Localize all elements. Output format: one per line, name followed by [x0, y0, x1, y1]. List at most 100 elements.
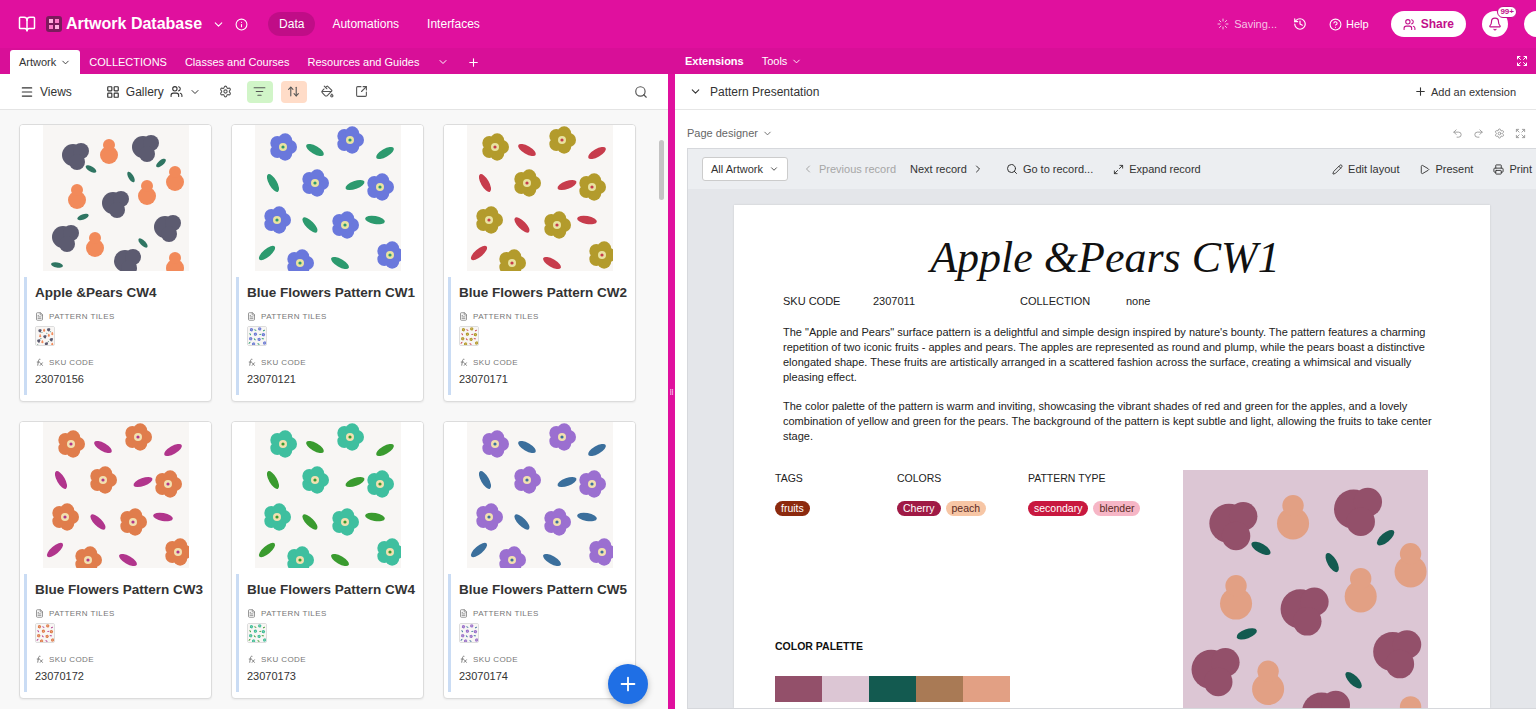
field-label: PATTERN TILES [459, 609, 627, 618]
record-card[interactable]: Blue Flowers Pattern CW3PATTERN TILESSKU… [19, 421, 212, 699]
grip-icon [668, 387, 675, 397]
record-card[interactable]: Blue Flowers Pattern CW4PATTERN TILESSKU… [231, 421, 424, 699]
fullscreen-button[interactable] [1516, 55, 1528, 67]
expand-record-button[interactable]: Expand record [1113, 163, 1201, 175]
add-record-button[interactable] [608, 664, 648, 704]
present-button[interactable]: Present [1419, 163, 1473, 175]
formula-icon [247, 358, 256, 367]
redo-icon[interactable] [1473, 128, 1484, 139]
side-tab[interactable]: Extensions [677, 55, 752, 67]
add-table-button[interactable] [458, 50, 488, 74]
sort-button[interactable] [281, 81, 307, 103]
table-tabs: ArtworkCOLLECTIONSClasses and CoursesRes… [0, 48, 675, 74]
pattern-image [467, 422, 613, 568]
chevron-left-icon [802, 163, 814, 175]
gallery-panel: Views Gallery Apple &Pears CW4PATTERN TILE… [0, 74, 668, 709]
table-tab[interactable]: Resources and Guides [298, 50, 428, 74]
field-label: SKU CODE [247, 655, 415, 664]
attachment-thumbnail[interactable] [35, 623, 55, 643]
edit-layout-button[interactable]: Edit layout [1332, 163, 1399, 175]
attachment-icon [459, 609, 468, 618]
pattern-thumbnail [36, 327, 54, 345]
group-label: COLORS [897, 470, 1028, 484]
book-icon[interactable] [18, 15, 36, 33]
users-icon [1403, 18, 1416, 31]
grid-icon [106, 85, 120, 99]
record-card[interactable]: Blue Flowers Pattern CW5PATTERN TILESSKU… [443, 421, 636, 699]
help-button[interactable]: Help [1323, 17, 1375, 32]
views-button[interactable]: Views [16, 81, 76, 103]
more-tabs-button[interactable] [428, 50, 458, 74]
info-icon[interactable] [235, 18, 248, 31]
mode-select[interactable]: Page designer [687, 127, 773, 139]
palette-label: COLOR PALETTE [775, 640, 1183, 652]
table-tab[interactable]: Artwork [10, 50, 80, 74]
extension-name[interactable]: Pattern Presentation [710, 85, 819, 99]
gear-icon[interactable] [1494, 128, 1505, 139]
pill: Cherry [897, 501, 941, 516]
table-tab[interactable]: COLLECTIONS [80, 50, 176, 74]
chevron-down-icon[interactable] [212, 18, 225, 31]
chevron-down-icon[interactable] [689, 85, 702, 98]
card-body: Blue Flowers Pattern CW4PATTERN TILESSKU… [236, 574, 423, 692]
formula-icon [247, 655, 256, 664]
search-button[interactable] [628, 81, 654, 103]
color-button[interactable] [315, 81, 341, 103]
share-button[interactable]: Share [1391, 11, 1466, 37]
attachment-thumbnail[interactable] [35, 326, 55, 346]
expand-icon[interactable] [1515, 128, 1526, 139]
pattern-image [43, 125, 189, 271]
field-value: 23070171 [459, 373, 627, 391]
attachment-thumbnail[interactable] [247, 326, 267, 346]
panel-divider[interactable] [668, 74, 675, 709]
attachment-icon [35, 609, 44, 618]
pill-row: secondaryblender [1028, 501, 1183, 516]
attachment-thumbnail[interactable] [247, 623, 267, 643]
pill-group: TAGSfruits [775, 470, 897, 516]
view-switcher[interactable]: Gallery [102, 81, 205, 103]
attachment-thumbnail[interactable] [459, 623, 479, 643]
add-extension-button[interactable]: Add an extension [1408, 84, 1522, 99]
record-card[interactable]: Blue Flowers Pattern CW1PATTERN TILESSKU… [231, 124, 424, 402]
record-card[interactable]: Apple &Pears CW4PATTERN TILESSKU CODE230… [19, 124, 212, 402]
history-icon[interactable] [1293, 17, 1307, 31]
view-select[interactable]: All Artwork [702, 157, 788, 181]
print-button[interactable]: Print [1493, 163, 1532, 175]
scrollbar-thumb[interactable] [659, 140, 664, 200]
user-avatar[interactable] [1524, 11, 1536, 37]
field-label: PATTERN TILES [35, 609, 203, 618]
page-details: TAGSfruitsCOLORSCherrypeachPATTERN TYPEs… [775, 470, 1435, 708]
chevron-down-icon [437, 56, 449, 68]
pattern-thumbnail [36, 624, 54, 642]
play-icon [1419, 164, 1430, 175]
page-fields: SKU CODE2307011COLLECTIONnone [775, 295, 1435, 307]
share-view-button[interactable] [349, 81, 375, 103]
undo-icon[interactable] [1452, 128, 1463, 139]
go-to-record-button[interactable]: Go to record... [1006, 163, 1093, 175]
extensions-panel: Pattern Presentation Add an extension Page… [675, 74, 1536, 709]
next-record-button[interactable]: Next record [910, 163, 984, 175]
filter-button[interactable] [247, 81, 273, 103]
table-tab[interactable]: Classes and Courses [176, 50, 299, 74]
card-title: Blue Flowers Pattern CW1 [247, 281, 415, 306]
settings-button[interactable] [213, 81, 239, 103]
previous-record-button[interactable]: Previous record [802, 163, 896, 175]
filter-icon [253, 85, 266, 98]
pill-row: Cherrypeach [897, 501, 1028, 516]
chevron-down-icon [762, 128, 773, 139]
attachment-thumbnail[interactable] [459, 326, 479, 346]
nav-item[interactable]: Interfaces [416, 12, 491, 36]
side-tab[interactable]: Tools [754, 55, 811, 67]
nav-item[interactable]: Data [268, 12, 315, 36]
chevron-down-icon [60, 57, 71, 68]
nav-item[interactable]: Automations [321, 12, 410, 36]
attachment-icon [35, 312, 44, 321]
app-window: Artwork Database DataAutomationsInterface… [0, 0, 1536, 709]
record-card[interactable]: Blue Flowers Pattern CW2PATTERN TILESSKU… [443, 124, 636, 402]
top-actions: Saving...HelpShare99+ [1217, 11, 1536, 37]
base-title[interactable]: Artwork Database [66, 15, 202, 33]
formula-icon [459, 358, 468, 367]
search-icon [1006, 163, 1018, 175]
page-canvas: Apple &Pears CW1SKU CODE2307011COLLECTIO… [688, 189, 1536, 708]
notifications-button[interactable]: 99+ [1482, 11, 1508, 37]
